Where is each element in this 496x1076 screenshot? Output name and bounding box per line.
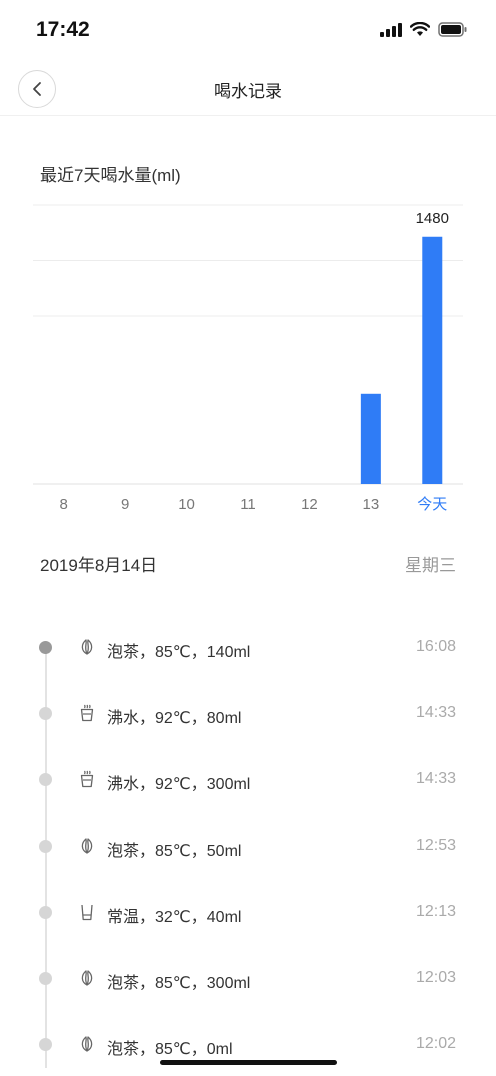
status-bar: 17:42 <box>0 0 496 60</box>
record-row[interactable]: 沸水，92℃，300ml 14:33 <box>0 746 496 812</box>
battery-icon <box>438 22 467 37</box>
record-row[interactable]: 泡茶，85℃，0ml 12:02 <box>0 1011 496 1076</box>
water-intake-chart: 8 9 10 11 12 13 1480 今天 <box>33 200 463 520</box>
status-time: 17:42 <box>36 18 90 41</box>
record-text: 泡茶，85℃，140ml <box>107 644 251 661</box>
wifi-icon <box>410 22 430 36</box>
record-row[interactable]: 沸水，92℃，80ml 14:33 <box>0 680 496 746</box>
timeline-dot <box>39 707 52 721</box>
record-time: 16:08 <box>415 638 456 655</box>
record-time: 12:13 <box>415 902 456 920</box>
record-text: 沸水，92℃，80ml <box>107 710 242 728</box>
bar-chart-svg: 8 9 10 11 12 13 1480 今天 <box>33 204 463 513</box>
home-indicator <box>160 1060 337 1065</box>
chart-bar-5[interactable] <box>360 393 381 484</box>
x-tick-label[interactable]: 今天 <box>417 496 447 513</box>
chart-bar-6[interactable] <box>422 236 443 484</box>
boiling-cup-icon <box>78 704 96 722</box>
record-text: 常温，32℃，40ml <box>107 908 242 926</box>
signal-icon <box>380 22 402 37</box>
record-list: 泡茶，85℃，140ml 16:08 沸水，92℃，80ml 14:33 沸水，92℃，… <box>0 614 496 1076</box>
timeline-dot <box>39 905 52 919</box>
x-tick-label[interactable]: 8 <box>60 496 68 513</box>
timeline-dot <box>39 773 52 787</box>
timeline-dot <box>39 971 52 985</box>
page-title: 喝水记录 <box>214 82 282 101</box>
x-tick-label[interactable]: 10 <box>178 496 195 513</box>
record-time: 12:02 <box>415 1035 456 1053</box>
tea-leaf-icon <box>78 837 96 855</box>
record-text: 泡茶，85℃，0ml <box>107 1041 233 1059</box>
selected-weekday: 星期三 <box>405 556 456 575</box>
timeline-dot <box>39 839 52 853</box>
timeline-dot <box>39 1038 52 1052</box>
bar-value-label: 1480 <box>416 210 449 227</box>
selected-date: 2019年8月14日 <box>40 556 158 575</box>
chart-title: 最近7天喝水量(ml) <box>40 166 181 185</box>
record-text: 泡茶，85℃，300ml <box>107 974 251 992</box>
timeline-dot <box>39 641 52 654</box>
nav-bar: 喝水记录 <box>0 60 496 116</box>
tea-leaf-icon <box>78 638 96 656</box>
status-icons <box>380 22 468 37</box>
tea-leaf-icon <box>78 1035 96 1053</box>
record-time: 12:53 <box>415 836 456 854</box>
x-tick-label[interactable]: 13 <box>363 496 380 513</box>
record-row[interactable]: 常温，32℃，40ml 12:13 <box>0 879 496 945</box>
record-time: 14:33 <box>415 770 456 788</box>
record-row[interactable]: 泡茶，85℃，300ml 12:03 <box>0 945 496 1011</box>
record-time: 12:03 <box>415 968 456 986</box>
glass-icon <box>78 903 96 921</box>
x-tick-label[interactable]: 11 <box>240 496 256 513</box>
tea-leaf-icon <box>78 969 96 987</box>
record-text: 泡茶，85℃，50ml <box>107 842 242 860</box>
x-tick-label[interactable]: 9 <box>121 496 129 513</box>
record-row[interactable]: 泡茶，85℃，50ml 12:53 <box>0 813 496 879</box>
record-row[interactable]: 泡茶，85℃，140ml 16:08 <box>0 614 496 680</box>
x-tick-label[interactable]: 12 <box>301 496 318 513</box>
boiling-cup-icon <box>78 770 96 788</box>
record-text: 沸水，92℃，300ml <box>107 776 251 794</box>
record-time: 14:33 <box>415 704 456 722</box>
